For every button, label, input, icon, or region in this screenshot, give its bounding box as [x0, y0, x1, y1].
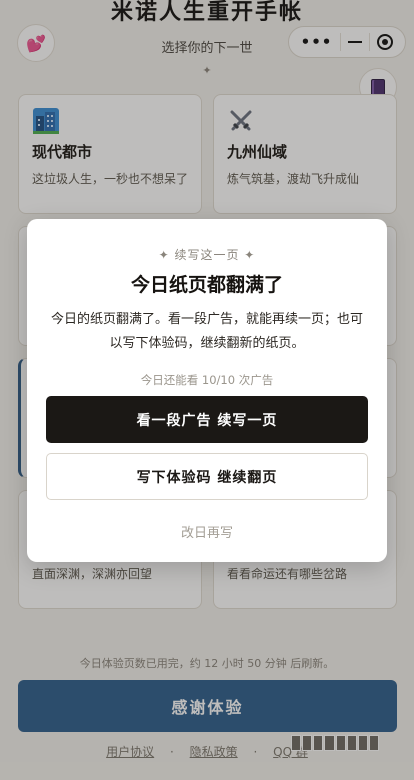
enter-code-button[interactable]: 写下体验码 继续翻页: [46, 453, 368, 500]
page-limit-dialog: ✦ 续写这一页 ✦ 今日纸页都翻满了 今日的纸页翻满了。看一段广告，就能再续一页…: [27, 219, 387, 562]
dialog-title: 今日纸页都翻满了: [130, 274, 283, 296]
dismiss-later-link[interactable]: 改日再写: [27, 522, 387, 541]
watch-ad-button[interactable]: 看一段广告 续写一页: [46, 396, 368, 443]
app-page: 米诺人生重开手帐 选择你的下一世 ✦ 💕 ••• 现代都市 这垃圾人生，一秒也不…: [0, 0, 414, 780]
dialog-body: 今日的纸页翻满了。看一段广告，就能再续一页；也可以写下体验码，继续翻新的纸页。: [50, 312, 363, 351]
ad-quota-text: 今日还能看 10/10 次广告: [140, 373, 274, 387]
dialog-eyebrow: ✦ 续写这一页 ✦: [158, 248, 256, 262]
